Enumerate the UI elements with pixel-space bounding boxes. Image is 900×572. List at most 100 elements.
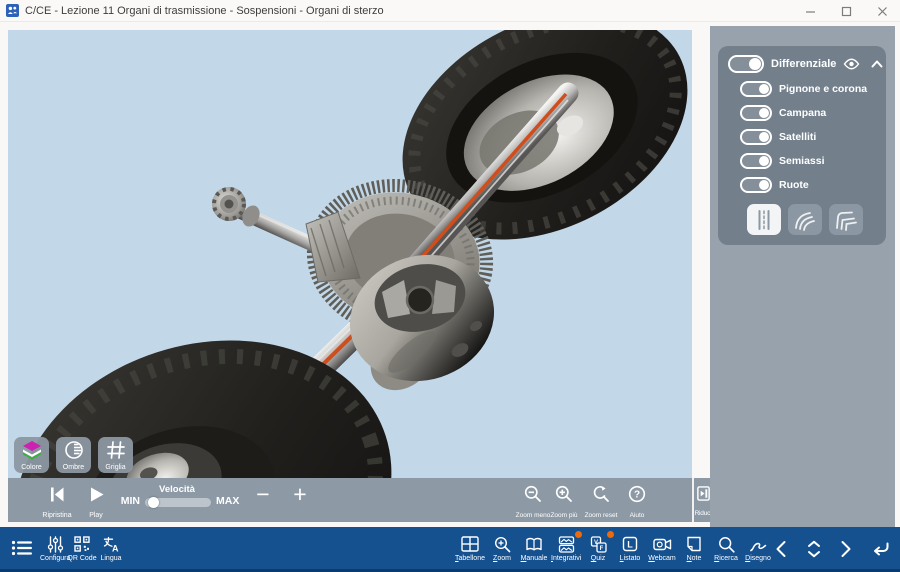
magnifier-plus-icon [487, 535, 517, 553]
campana-label: Campana [779, 107, 876, 119]
playback-bar: Ripristina Play Velocità MIN MAX − + Zoo… [8, 478, 692, 522]
colore-button[interactable]: Colore [14, 437, 49, 473]
campana-toggle[interactable] [740, 105, 772, 121]
close-button[interactable] [864, 0, 900, 22]
satelliti-toggle[interactable] [740, 129, 772, 145]
window-controls [792, 0, 900, 22]
zoom-in-label: Zoom più [550, 512, 577, 519]
riduci-button[interactable]: Riduci [692, 478, 712, 522]
differential-3d-scene [8, 30, 692, 478]
manuale-button[interactable]: Manuale [519, 535, 549, 562]
ruote-label: Ruote [779, 179, 876, 191]
translate-icon: A [96, 535, 126, 553]
return-icon[interactable] [871, 540, 890, 558]
griglia-label: Griglia [98, 464, 133, 471]
lingua-label: Lingua [96, 555, 126, 562]
semiassi-label: Semiassi [779, 155, 876, 167]
aiuto-label: Aiuto [630, 512, 645, 519]
maximize-button[interactable] [828, 0, 864, 22]
integrativi-label: Integrativi [551, 555, 581, 562]
image-stack-icon [551, 535, 581, 553]
zoom-button[interactable]: Zoom [487, 535, 517, 562]
layer-row-satelliti: Satelliti [740, 129, 876, 145]
pignone-toggle[interactable] [740, 81, 772, 97]
qr-code-label: QR Code [67, 555, 97, 562]
ombre-button[interactable]: Ombre [56, 437, 91, 473]
note-button[interactable]: Note [679, 535, 709, 562]
viewport-3d[interactable]: Colore Ombre Griglia [8, 30, 692, 478]
minimize-button[interactable] [792, 0, 828, 22]
qr-code-button[interactable]: QR Code [67, 535, 97, 562]
integrativi-button[interactable]: Integrativi [551, 535, 581, 562]
toolbar-center: Tabellone Zoom Manuale Integrativi VF [455, 535, 773, 562]
configura-button[interactable]: Configura [40, 535, 70, 562]
min-label: MIN [108, 495, 140, 507]
play-icon [81, 484, 111, 504]
true-false-cards-icon: VF [583, 535, 613, 553]
speed-slider[interactable] [145, 498, 211, 507]
grid-board-icon [455, 535, 485, 553]
svg-text:F: F [599, 546, 603, 552]
disegno-label: Disegno [743, 555, 773, 562]
shading-icon [56, 440, 91, 460]
note-label: Note [679, 555, 709, 562]
satelliti-label: Satelliti [779, 131, 876, 143]
ripristina-button[interactable]: Ripristina [42, 484, 72, 522]
svg-text:?: ? [634, 490, 640, 501]
layer-row-differenziale: Differenziale [728, 55, 876, 73]
layer-row-ruote: Ruote [740, 177, 876, 193]
quiz-label: Quiz [583, 555, 613, 562]
griglia-button[interactable]: Griglia [98, 437, 133, 473]
quiz-button[interactable]: VF Quiz [583, 535, 613, 562]
layer-row-pignone: Pignone e corona [740, 81, 876, 97]
svg-text:A: A [111, 543, 118, 553]
zoom-label: Zoom [487, 555, 517, 562]
speed-minus-button[interactable]: − [250, 481, 276, 508]
note-page-icon [679, 535, 709, 553]
listato-label: Listato [615, 555, 645, 562]
collapse-chevron-icon[interactable] [871, 60, 883, 68]
menu-button[interactable] [8, 539, 36, 557]
play-label: Play [89, 512, 103, 519]
svg-text:L: L [627, 540, 633, 550]
layer-row-campana: Campana [740, 105, 876, 121]
semiassi-toggle[interactable] [740, 153, 772, 169]
qr-code-icon [67, 535, 97, 553]
ricerca-button[interactable]: Ricerca [711, 535, 741, 562]
zoom-reset-label: Zoom reset [585, 512, 618, 519]
road-curve-button[interactable] [788, 204, 822, 235]
previous-button[interactable] [775, 540, 787, 558]
integrativi-badge [575, 531, 582, 538]
road-sharp-curve-button[interactable] [829, 204, 863, 235]
sidebar: Differenziale Pignone e corona Campana S… [710, 26, 895, 527]
play-button[interactable]: Play [81, 484, 111, 522]
tabellone-button[interactable]: Tabellone [455, 535, 485, 562]
visibility-eye-icon[interactable] [843, 58, 860, 70]
aiuto-button[interactable]: ? Aiuto [615, 484, 659, 522]
differenziale-label: Differenziale [771, 58, 836, 70]
road-straight-button[interactable] [747, 204, 781, 235]
speed-plus-button[interactable]: + [287, 481, 313, 508]
toolbar-navigation [775, 540, 890, 558]
next-button[interactable] [840, 540, 852, 558]
quiz-badge [607, 531, 614, 538]
configura-label: Configura [40, 555, 70, 562]
pen-icon [743, 535, 773, 553]
road-mode-buttons [747, 204, 876, 235]
ricerca-label: Ricerca [711, 555, 741, 562]
view-options: Colore Ombre Griglia [14, 437, 133, 473]
layers-panel: Differenziale Pignone e corona Campana S… [718, 46, 886, 245]
ruote-toggle[interactable] [740, 177, 772, 193]
sliders-icon [40, 535, 70, 553]
speed-slider-knob[interactable] [148, 497, 159, 508]
pinion-shaft[interactable] [212, 187, 360, 282]
disegno-button[interactable]: Disegno [743, 535, 773, 562]
lingua-button[interactable]: A Lingua [96, 535, 126, 562]
webcam-label: Webcam [647, 555, 677, 562]
riduci-label: Riduci [695, 510, 712, 517]
ombre-label: Ombre [56, 464, 91, 471]
expand-vertical-icon[interactable] [806, 540, 822, 558]
differenziale-toggle[interactable] [728, 55, 764, 73]
listato-button[interactable]: L Listato [615, 535, 645, 562]
webcam-button[interactable]: Webcam [647, 535, 677, 562]
